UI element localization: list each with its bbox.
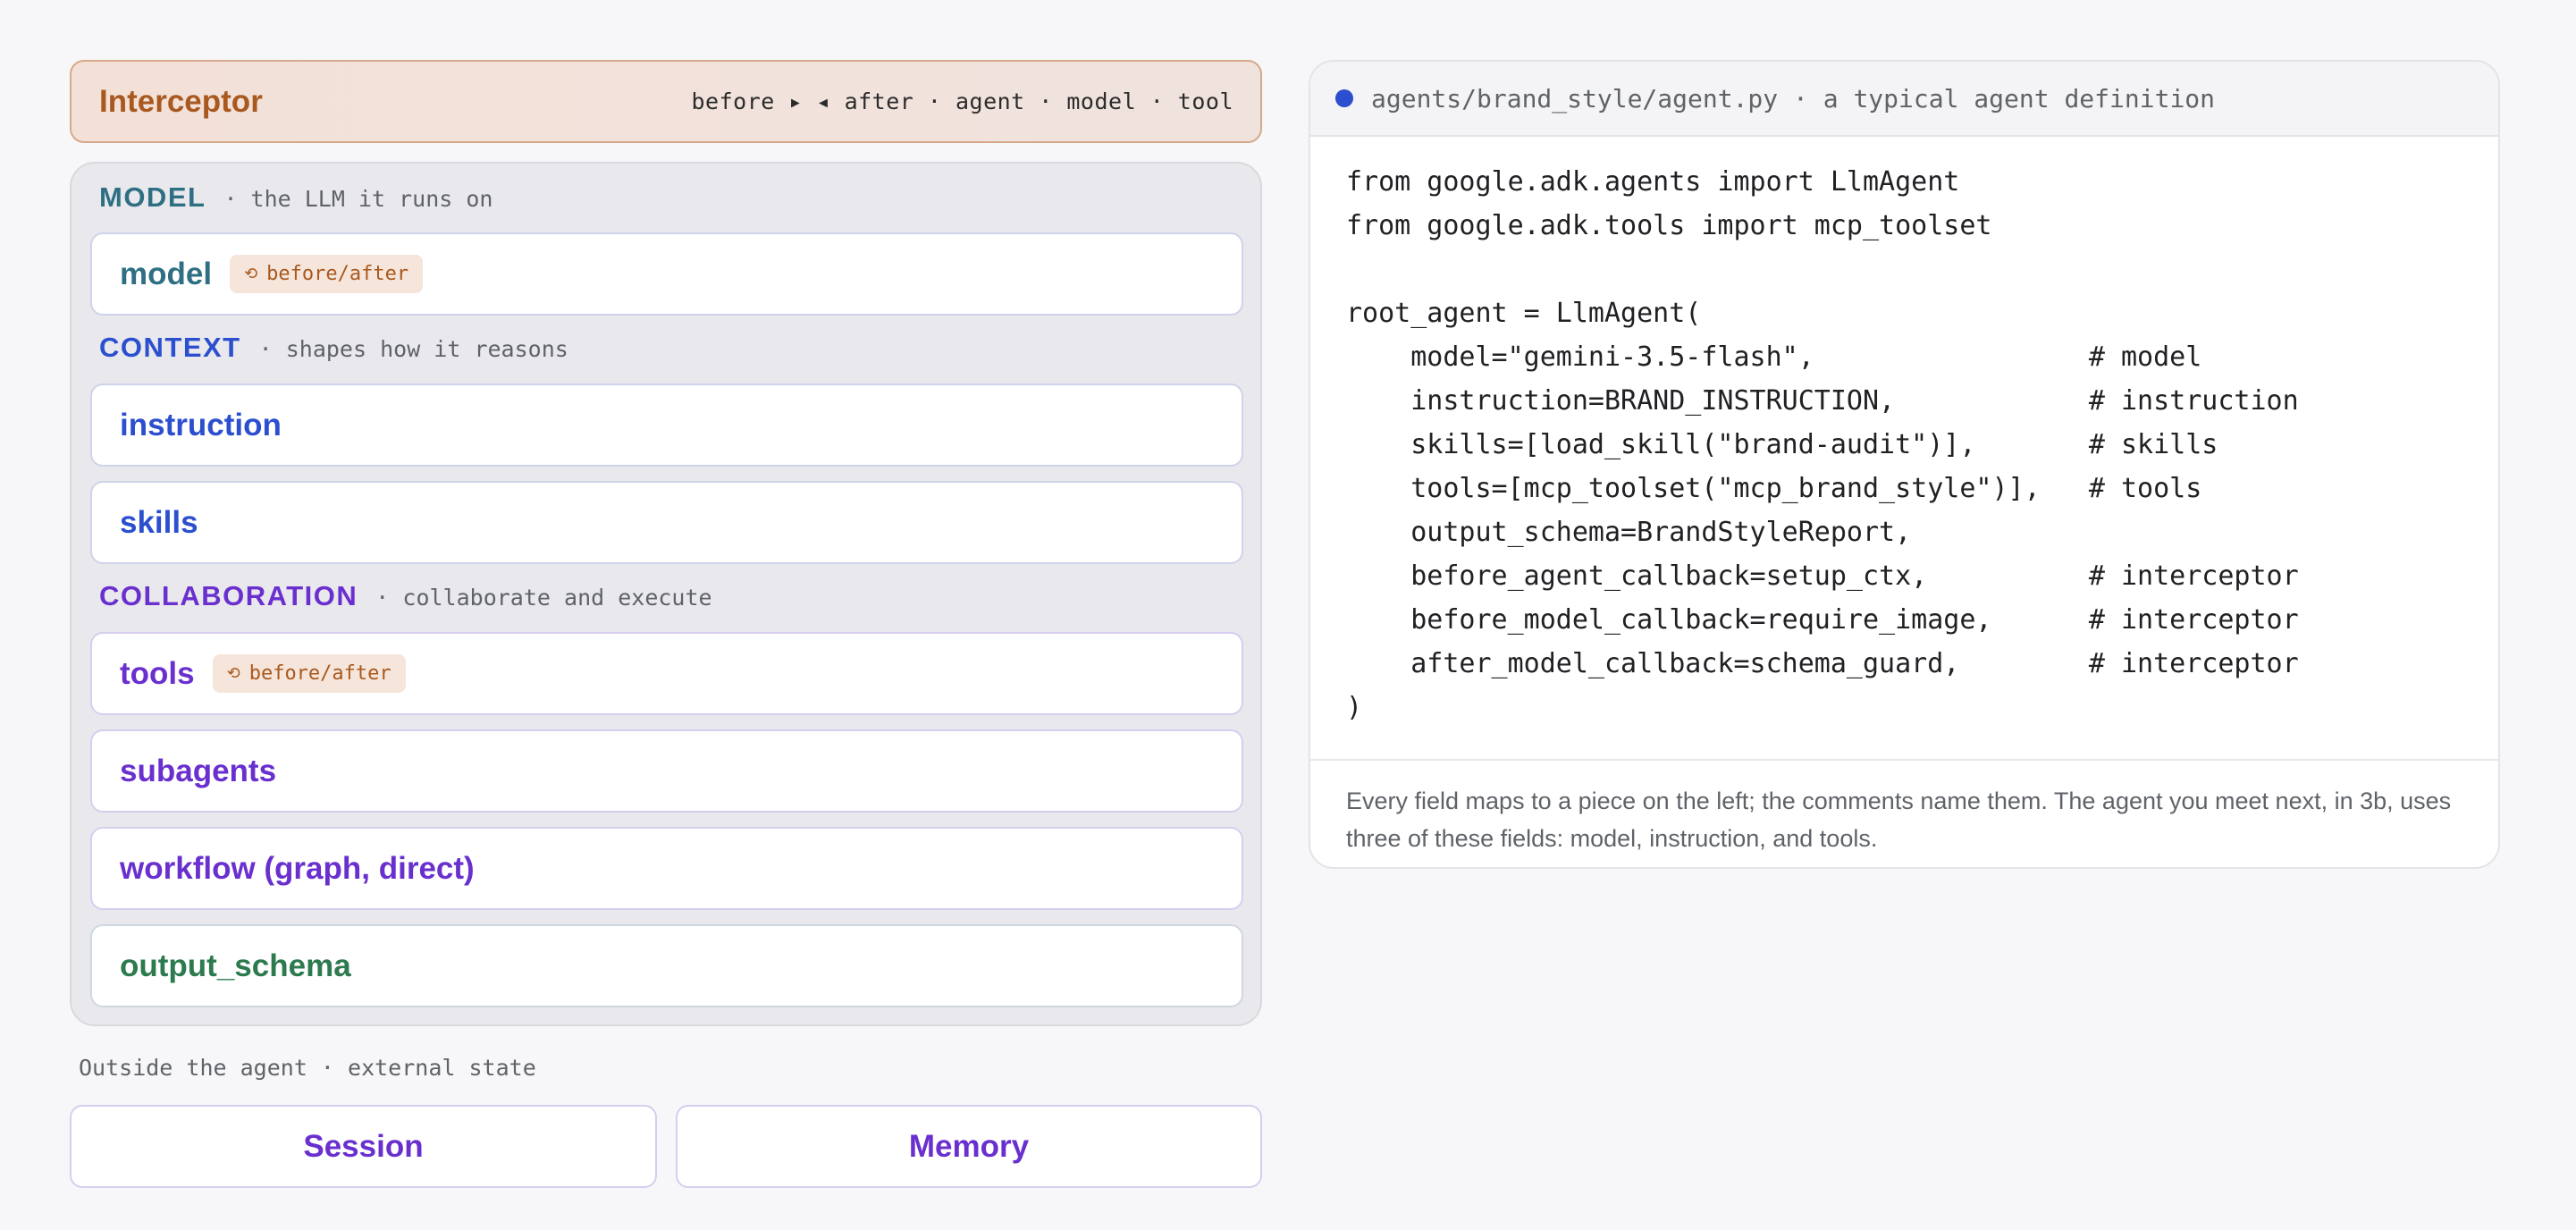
- card-skills[interactable]: skills: [90, 481, 1243, 564]
- code-line: from google.adk.tools import mcp_toolset: [1346, 210, 1992, 241]
- card-tools-name: tools: [120, 655, 195, 691]
- card-model[interactable]: model ⟲ before/after: [90, 232, 1243, 316]
- code-line: instruction=BRAND_INSTRUCTION, # instruc…: [1346, 385, 2299, 417]
- code-line: before_agent_callback=setup_ctx, # inter…: [1346, 560, 2299, 592]
- model-badge: ⟲ before/after: [230, 255, 424, 293]
- card-subagents-name: subagents: [120, 753, 277, 788]
- code-body: from google.adk.agents import LlmAgent f…: [1310, 137, 2498, 761]
- card-workflow[interactable]: workflow (graph, direct): [90, 827, 1243, 910]
- code-header: agents/brand_style/agent.py · a typical …: [1310, 62, 2498, 137]
- code-line: before_model_callback=require_image, # i…: [1346, 604, 2299, 636]
- section-model-desc: · the LLM it runs on: [223, 186, 493, 212]
- code-line: skills=[load_skill("brand-audit")], # sk…: [1346, 429, 2218, 460]
- section-context-name: CONTEXT: [99, 332, 241, 363]
- section-context: CONTEXT · shapes how it reasons: [99, 332, 568, 364]
- cycle-icon: ⟲: [244, 265, 258, 283]
- section-collaboration: COLLABORATION · collaborate and execute: [99, 580, 712, 612]
- tools-badge: ⟲ before/after: [212, 654, 406, 693]
- session-card[interactable]: Session: [70, 1105, 657, 1188]
- code-line: root_agent = LlmAgent(: [1346, 298, 1702, 329]
- tools-badge-label: before/after: [248, 662, 391, 685]
- model-badge-label: before/after: [266, 263, 409, 285]
- card-tools[interactable]: tools ⟲ before/after: [90, 632, 1243, 715]
- code-line: ): [1346, 692, 1363, 723]
- code-line: from google.adk.agents import LlmAgent: [1346, 166, 1960, 198]
- memory-card[interactable]: Memory: [676, 1105, 1262, 1188]
- code-panel: agents/brand_style/agent.py · a typical …: [1309, 60, 2500, 869]
- card-subagents[interactable]: subagents: [90, 729, 1243, 813]
- code-footer: Every field maps to a piece on the left;…: [1346, 788, 2452, 852]
- section-model-name: MODEL: [99, 181, 206, 213]
- code-line: tools=[mcp_toolset("mcp_brand_style")], …: [1346, 473, 2202, 504]
- interceptor-title: Interceptor: [99, 83, 263, 119]
- card-skills-name: skills: [120, 504, 198, 540]
- outside-label: Outside the agent · external state: [79, 1055, 536, 1081]
- interceptor-bar: Interceptor before ▸ ◂ after · agent · m…: [70, 60, 1262, 143]
- card-output-schema[interactable]: output_schema: [90, 924, 1243, 1007]
- code-title: agents/brand_style/agent.py · a typical …: [1371, 83, 2216, 114]
- card-instruction-name: instruction: [120, 407, 282, 442]
- section-context-desc: · shapes how it reasons: [258, 336, 568, 362]
- code-line: model="gemini-3.5-flash", # model: [1346, 341, 2202, 373]
- agent-container: MODEL · the LLM it runs on model ⟲ befor…: [70, 162, 1262, 1026]
- card-model-name: model: [120, 256, 213, 291]
- interceptor-flow: before ▸ ◂ after · agent · model · tool: [691, 88, 1233, 114]
- code-line: output_schema=BrandStyleReport,: [1346, 517, 1912, 548]
- code-line: after_model_callback=schema_guard, # int…: [1346, 648, 2299, 679]
- card-output-schema-name: output_schema: [120, 948, 351, 983]
- section-model: MODEL · the LLM it runs on: [99, 181, 492, 214]
- cycle-icon: ⟲: [226, 664, 240, 683]
- file-dot-icon: [1335, 89, 1353, 107]
- section-collaboration-desc: · collaborate and execute: [375, 585, 712, 611]
- section-collaboration-name: COLLABORATION: [99, 580, 358, 611]
- card-workflow-name: workflow (graph, direct): [120, 850, 475, 886]
- card-instruction[interactable]: instruction: [90, 383, 1243, 467]
